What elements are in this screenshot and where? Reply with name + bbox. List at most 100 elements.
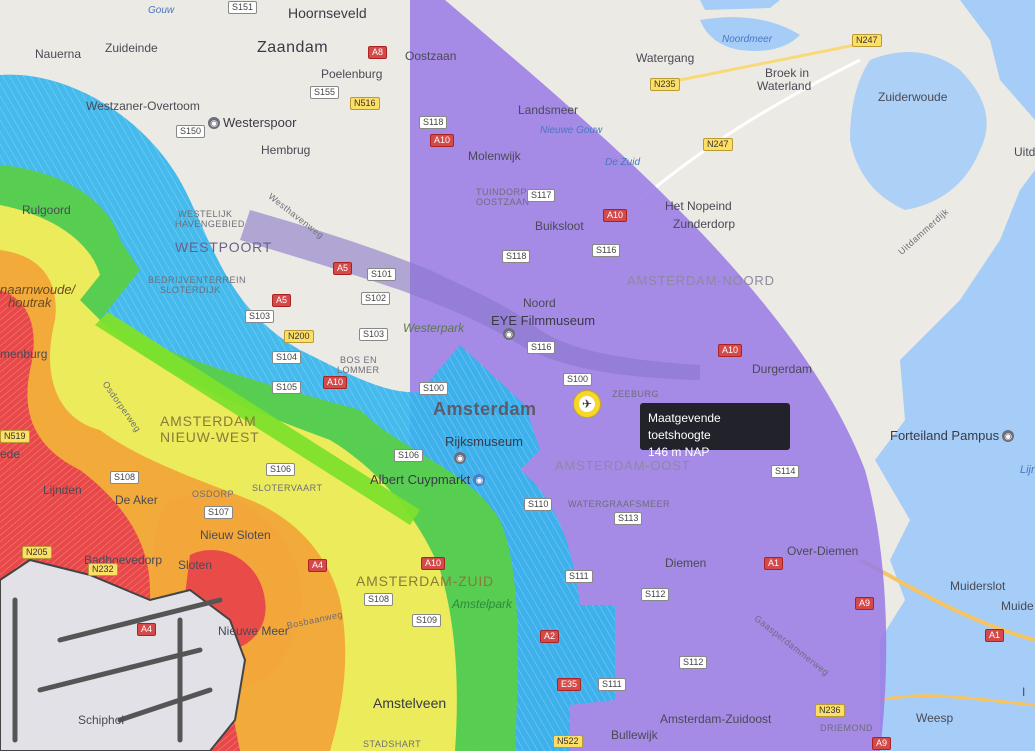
road-shield: N519 [0, 430, 30, 443]
road-shield: S103 [359, 328, 389, 341]
road-shield: A9 [855, 597, 875, 610]
road-shield: A5 [333, 262, 353, 275]
label-amstelpark: Amstelpark [452, 597, 513, 611]
poi-forteiland-pampus[interactable]: Forteiland Pampus ◉ [890, 428, 1015, 443]
road-shield: A1 [764, 557, 784, 570]
label-het-nopeind: Het Nopeind [665, 199, 732, 213]
label-i: I [1022, 685, 1026, 699]
label-rulgoord: Rulgoord [22, 203, 71, 217]
label-driemond: DRIEMOND [820, 723, 873, 733]
road-shield: S116 [592, 244, 621, 257]
road-shield: S150 [176, 125, 206, 138]
road-shield: N200 [284, 330, 314, 343]
label-muiderslot: Muiderslot [950, 579, 1006, 593]
road-shield: S155 [310, 86, 340, 99]
label-oostzaan: Oostzaan [405, 49, 457, 63]
label-lijn: Lijn [1020, 464, 1035, 476]
label-de-zuid: De Zuid [605, 157, 641, 168]
road-shield: A4 [137, 623, 157, 636]
road-shield: A10 [421, 557, 446, 570]
road-shield: S106 [394, 449, 424, 462]
label-noord: Noord [523, 296, 556, 310]
label-havengebied: HAVENGEBIED [175, 219, 245, 229]
tooltip-title: Maatgevende toetshoogte [648, 411, 721, 442]
label-amstelveen: Amstelveen [373, 695, 447, 711]
label-noordmeer: Noordmeer [722, 34, 773, 45]
road-shield: S116 [527, 341, 556, 354]
road-shield: S111 [565, 570, 593, 583]
museum-icon: ◉ [503, 328, 515, 340]
label-slotervaart: SLOTERVAART [252, 483, 323, 493]
label-westpoort: WESTPOORT [175, 239, 273, 255]
label-sloten: Sloten [178, 558, 213, 572]
label-de-aker: De Aker [115, 493, 158, 507]
road-shield: S102 [361, 292, 391, 305]
label-nieuwe-meer: Nieuwe Meer [218, 624, 289, 638]
label-osdorp: OSDORP [192, 489, 235, 499]
poi-eye-filmmuseum[interactable]: EYE Filmmuseum [491, 313, 595, 328]
label-gouw: Gouw [148, 5, 175, 16]
road-shield: A1 [985, 629, 1005, 642]
road-shield: N236 [815, 704, 845, 717]
road-shield: S113 [614, 512, 643, 525]
poi-eye-label: EYE Filmmuseum [491, 313, 596, 328]
poi-albert-cuypmarkt[interactable]: Albert Cuypmarkt ◉ [370, 472, 486, 487]
airport-location-marker[interactable]: ✈ [574, 391, 600, 417]
road-shield: S100 [563, 373, 593, 386]
road-shield: S114 [771, 465, 800, 478]
label-zuideinde: Zuideinde [105, 41, 158, 55]
road-shield: S110 [524, 498, 553, 511]
poi-rijksmuseum-label: Rijksmuseum [445, 434, 524, 449]
label-amsterdam: Amsterdam [433, 399, 537, 419]
road-shield: N232 [88, 563, 118, 576]
poi-rijksmuseum[interactable]: Rijksmuseum [445, 434, 523, 449]
road-shield: S151 [228, 1, 258, 14]
road-shield: A9 [872, 737, 892, 750]
label-zuiderwoude: Zuiderwoude [878, 90, 948, 104]
shopping-bag-icon: ◉ [473, 473, 486, 486]
label-hoornseveld: Hoornseveld [288, 5, 367, 21]
label-oostzaan-district: OOSTZAAN [476, 197, 530, 207]
airport-location-marker-icon: ✈ [579, 396, 595, 412]
label-nieuwe-gouw: Nieuwe Gouw [540, 125, 603, 136]
road-shield: S109 [412, 614, 442, 627]
poi-rijksmuseum-pin[interactable]: ◉ [454, 452, 466, 464]
road-shield: S103 [245, 310, 275, 323]
road-shield: S111 [598, 678, 626, 691]
label-landsmeer: Landsmeer [518, 103, 579, 117]
label-watergraafsmeer: WATERGRAAFSMEER [568, 499, 671, 509]
road-shield: N247 [703, 138, 733, 151]
road-shield: S108 [110, 471, 140, 484]
road-shield: A10 [603, 209, 628, 222]
poi-eye-pin[interactable]: ◉ [503, 328, 515, 340]
label-amsterdam-noord: AMSTERDAM-NOORD [627, 273, 775, 288]
road-shield: S101 [367, 268, 397, 281]
label-houtrak: houtrak [8, 295, 52, 310]
road-shield: S108 [364, 593, 394, 606]
road-shield: N522 [553, 735, 583, 748]
label-bedrijventerrein: BEDRIJVENTERREIN [148, 275, 247, 285]
label-ede: ede [0, 447, 21, 461]
label-over-diemen: Over-Diemen [787, 544, 859, 558]
road-shield: S107 [204, 506, 234, 519]
road-shield: S118 [502, 250, 531, 263]
poi-westerspoor-label: Westerspoor [223, 115, 297, 130]
label-poelenburg: Poelenburg [321, 67, 383, 81]
label-buiksloot: Buiksloot [535, 219, 584, 233]
label-durgerdam: Durgerdam [752, 362, 813, 376]
road-shield: A5 [272, 294, 292, 307]
poi-westerspoor[interactable]: ◉ Westerspoor [208, 115, 296, 130]
road-shield: S117 [527, 189, 556, 202]
label-tuindorp: TUINDORP [476, 187, 527, 197]
road-shield: E35 [557, 678, 582, 691]
label-amsterdam-nw-1: AMSTERDAM [160, 413, 257, 429]
road-shield: S112 [679, 656, 708, 669]
label-stadshart: STADSHART [363, 739, 422, 749]
landmark-icon: ◉ [1002, 429, 1015, 442]
label-zunderdorp: Zunderdorp [673, 217, 736, 231]
poi-albert-cuyp-label: Albert Cuypmarkt [370, 472, 471, 487]
label-uitd: Uitd [1014, 145, 1035, 159]
label-nauerna: Nauerna [35, 47, 82, 61]
label-lijnden: Lijnden [43, 483, 82, 497]
map-view[interactable]: Gouw Hoornseveld Zaandam Nauerna Zuidein… [0, 0, 1035, 751]
